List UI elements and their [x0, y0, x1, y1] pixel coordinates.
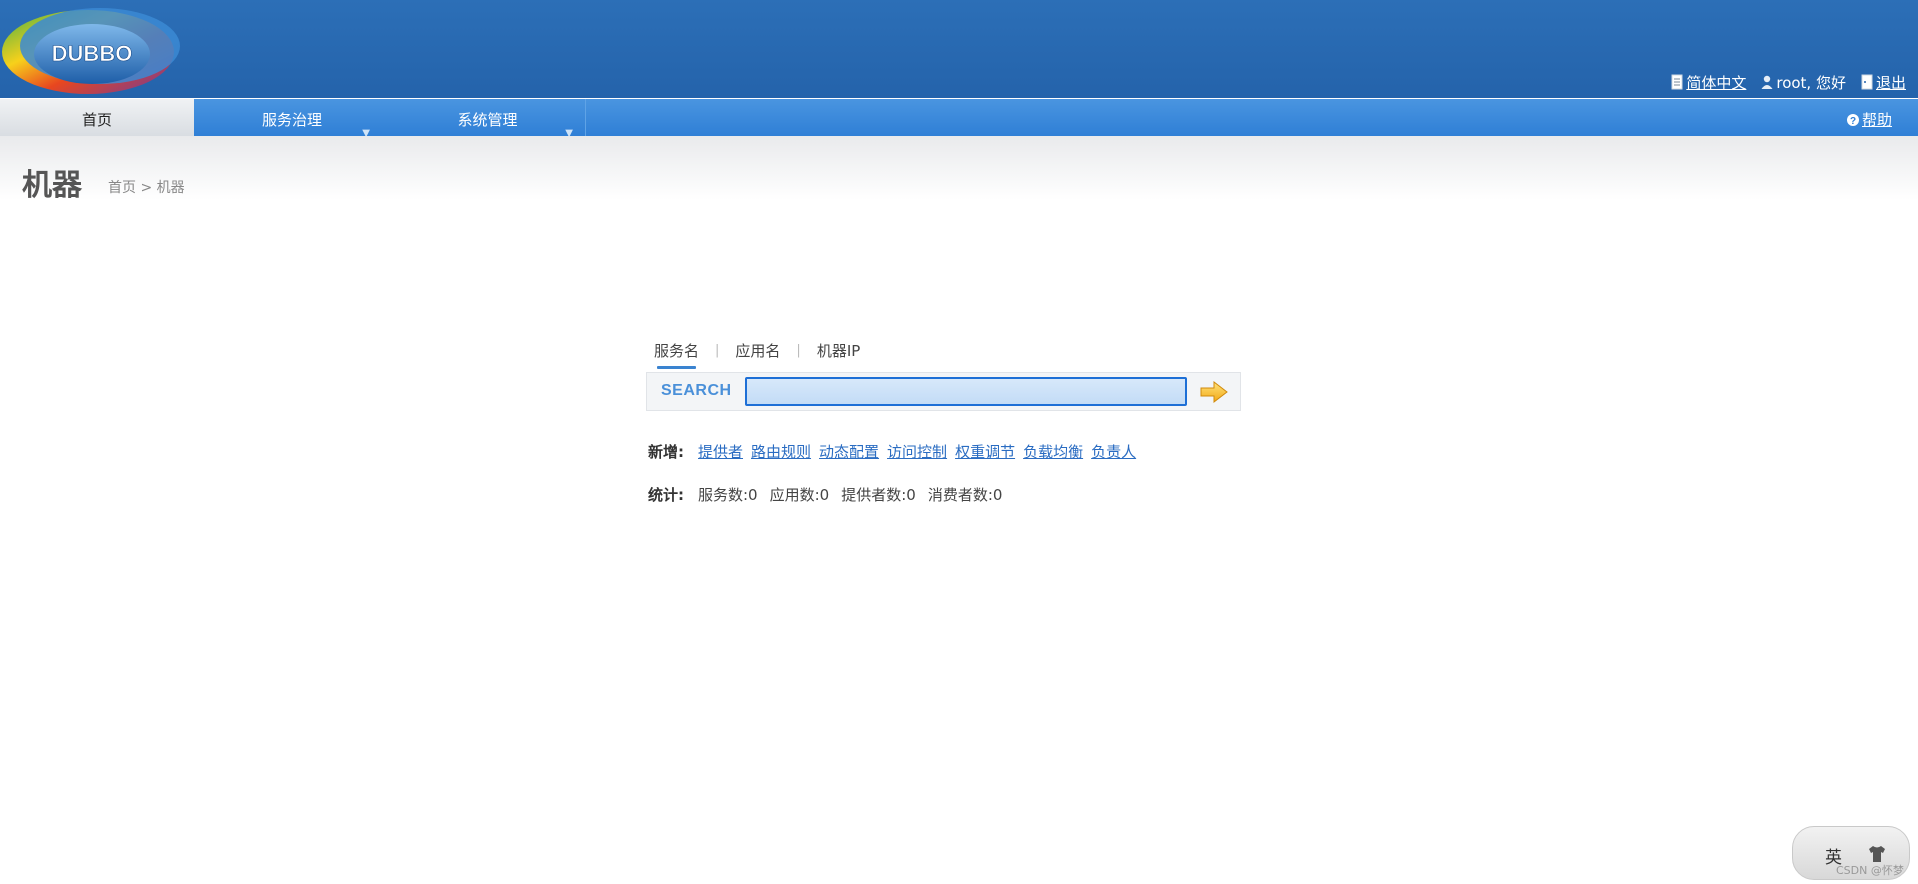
user-bar: 简体中文 root, 您好 退出	[1656, 71, 1906, 93]
logout-link[interactable]: 退出	[1876, 72, 1906, 93]
stats-row: 统计: 服务数:0 应用数:0 提供者数:0 消费者数:0	[648, 484, 1014, 505]
add-weight-link[interactable]: 权重调节	[955, 441, 1015, 462]
nav-service-governance-label: 服务治理	[261, 111, 322, 129]
watermark: CSDN @怀梦	[1836, 864, 1904, 877]
search-input[interactable]	[745, 377, 1187, 406]
help[interactable]: ? 帮助	[1846, 109, 1892, 130]
add-dynamic-config-link[interactable]: 动态配置	[819, 441, 879, 462]
search-box: SEARCH	[646, 372, 1241, 411]
help-link[interactable]: 帮助	[1862, 109, 1892, 130]
svg-text:?: ?	[1850, 116, 1856, 127]
tab-application-name[interactable]: 应用名	[733, 340, 782, 361]
nav-service-governance[interactable]: 服务治理 ▼	[194, 99, 390, 139]
add-owner-link[interactable]: 负责人	[1091, 441, 1136, 462]
stat-application-count: 应用数:0	[769, 486, 830, 504]
add-access-control-link[interactable]: 访问控制	[887, 441, 947, 462]
tab-separator: |	[715, 343, 720, 358]
stat-provider-count: 提供者数:0	[841, 486, 916, 504]
user-greeting: root, 您好	[1760, 72, 1846, 93]
nav-home[interactable]: 首页	[0, 99, 194, 136]
help-icon: ?	[1846, 113, 1859, 127]
search-label: SEARCH	[661, 382, 732, 399]
search-tabs: 服务名 | 应用名 | 机器IP	[652, 340, 862, 369]
logout[interactable]: 退出	[1860, 72, 1906, 93]
stats-label: 统计:	[648, 486, 684, 504]
logo-text: DUBBO	[52, 41, 133, 66]
main-nav: 首页 服务治理 ▼ 系统管理 ▼ ? 帮助	[0, 99, 1918, 139]
add-load-balance-link[interactable]: 负载均衡	[1023, 441, 1083, 462]
language-link[interactable]: 简体中文	[1686, 72, 1746, 93]
dubbo-logo[interactable]: DUBBO	[0, 2, 180, 96]
stat-service-count: 服务数:0	[698, 486, 758, 504]
add-route-rule-link[interactable]: 路由规则	[751, 441, 811, 462]
title-band	[0, 136, 1918, 200]
nav-system-admin[interactable]: 系统管理 ▼	[390, 99, 586, 139]
add-provider-link[interactable]: 提供者	[698, 441, 743, 462]
page-title: 机器	[22, 168, 82, 203]
stat-consumer-count: 消费者数:0	[927, 486, 1003, 504]
add-row: 新增: 提供者 路由规则 动态配置 访问控制 权重调节 负载均衡 负责人	[648, 441, 1144, 462]
arrow-right-icon[interactable]	[1198, 379, 1230, 405]
skin-icon[interactable]	[1867, 845, 1887, 863]
document-icon	[1671, 74, 1683, 90]
header-bar: DUBBO 简体中文 root, 您好 退出	[0, 0, 1918, 98]
language-switch[interactable]: 简体中文	[1670, 72, 1746, 93]
tab-service-name[interactable]: 服务名	[652, 340, 701, 369]
add-label: 新增:	[648, 443, 684, 461]
user-icon	[1761, 75, 1773, 89]
greeting-text: root, 您好	[1776, 73, 1846, 92]
door-icon	[1861, 74, 1873, 90]
tab-machine-ip[interactable]: 机器IP	[815, 340, 862, 361]
tab-separator: |	[796, 343, 801, 358]
breadcrumb: 首页 > 机器	[108, 180, 185, 196]
nav-system-admin-label: 系统管理	[457, 111, 518, 129]
